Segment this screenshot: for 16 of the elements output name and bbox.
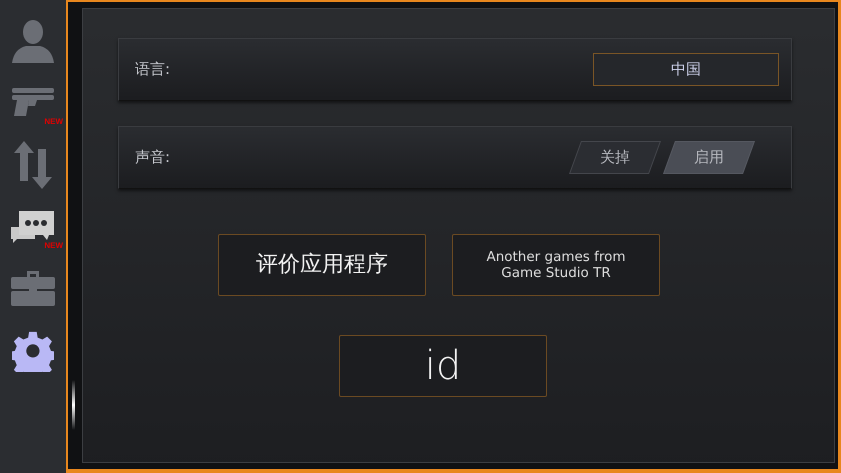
pistol-icon xyxy=(11,88,55,118)
settings-icon xyxy=(12,330,54,372)
sound-option[interactable]: 关掉 xyxy=(569,141,661,174)
new-label: NEW xyxy=(44,117,63,126)
sound-option[interactable]: 启用 xyxy=(663,141,755,174)
id-button[interactable]: id xyxy=(339,335,547,397)
setting-label: 声音: xyxy=(135,148,170,167)
scrollbar xyxy=(72,380,75,430)
rate-app-button[interactable]: 评价应用程序 xyxy=(218,234,426,296)
language-dropdown[interactable]: 中国 xyxy=(593,53,779,86)
up-down-arrows-icon xyxy=(14,141,52,189)
new-label: NEW xyxy=(44,241,63,250)
setting-label: 语言: xyxy=(135,60,170,79)
person-icon xyxy=(10,19,56,63)
more-games-button[interactable]: Another games from Game Studio TR xyxy=(452,234,660,296)
briefcase-icon xyxy=(10,271,56,307)
